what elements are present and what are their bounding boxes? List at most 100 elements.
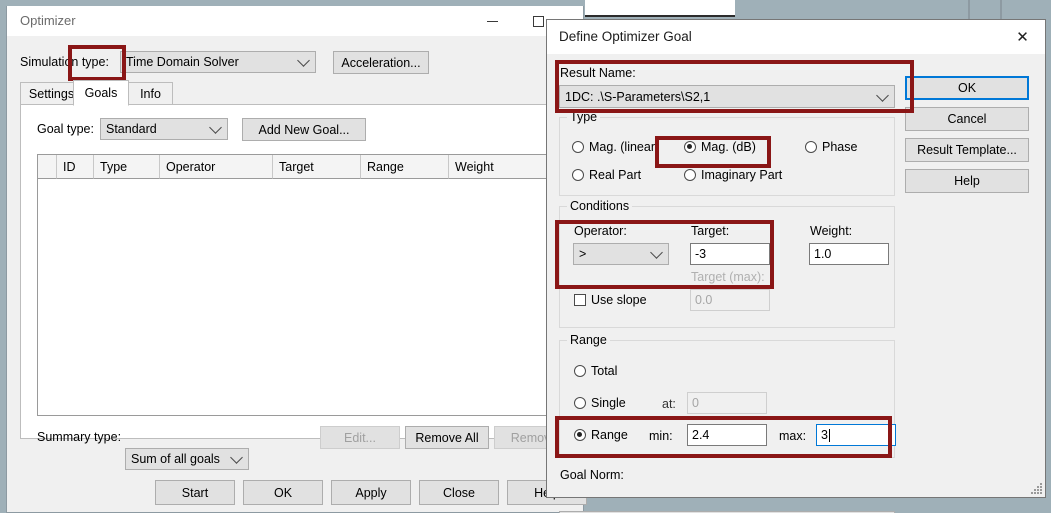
col-target: Target [273, 155, 361, 179]
checkbox-icon [574, 294, 586, 306]
simulation-type-value: Time Domain Solver [126, 55, 239, 69]
radio-phase-label: Phase [822, 140, 858, 154]
result-name-combo[interactable]: 1DC: .\S-Parameters\S2,1 [559, 85, 895, 108]
goal-type-combo[interactable]: Standard [100, 118, 228, 140]
weight-input[interactable]: 1.0 [809, 243, 889, 265]
close-button[interactable]: Close [419, 480, 499, 505]
dialog-cancel-button[interactable]: Cancel [905, 107, 1029, 131]
col-id-label: ID [63, 159, 76, 174]
col-id: ID [57, 155, 94, 179]
acceleration-button[interactable]: Acceleration... [333, 51, 429, 74]
apply-button[interactable]: Apply [331, 480, 411, 505]
radio-dot-icon [684, 141, 696, 153]
goal-norm-label: Goal Norm: [560, 468, 624, 482]
simulation-type-combo[interactable]: Time Domain Solver [120, 51, 316, 73]
radio-dot-icon [574, 365, 586, 377]
single-at-label: at: [662, 397, 676, 411]
operator-label: Operator: [574, 224, 627, 238]
radio-dot-icon [805, 141, 817, 153]
col-range-label: Range [367, 159, 404, 174]
col-select[interactable] [38, 155, 57, 179]
range-min-value: 2.4 [692, 428, 710, 442]
range-group-legend: Range [567, 333, 610, 347]
goals-table-body[interactable] [38, 179, 556, 415]
radio-range-total-label: Total [591, 364, 618, 378]
dialog-titlebar[interactable]: Define Optimizer Goal ✕ [547, 20, 1045, 54]
type-group: Type Mag. (linear) Mag. (dB) Phase Real … [559, 110, 895, 196]
summary-type-combo[interactable]: Sum of all goals [125, 448, 249, 470]
radio-mag-linear-label: Mag. (linear) [589, 140, 660, 154]
result-template-button[interactable]: Result Template... [905, 138, 1029, 162]
radio-dot-icon [572, 169, 584, 181]
radio-imaginary-part-label: Imaginary Part [701, 168, 783, 182]
dialog-title: Define Optimizer Goal [559, 29, 692, 44]
screen: Optimizer Simulation type: Time Domain S… [0, 0, 1051, 513]
radio-mag-db[interactable]: Mag. (dB) [684, 140, 756, 154]
col-weight-label: Weight [455, 159, 494, 174]
col-operator: Operator [160, 155, 273, 179]
chevron-down-icon [876, 88, 889, 102]
goals-table[interactable]: ID Type Operator Target Range Weight [37, 154, 557, 416]
optimizer-titlebar[interactable]: Optimizer [7, 6, 583, 37]
dialog-help-button[interactable]: Help [905, 169, 1029, 193]
resize-grip-icon[interactable] [1029, 481, 1043, 495]
add-new-goal-button[interactable]: Add New Goal... [242, 118, 366, 141]
col-target-label: Target [279, 159, 314, 174]
optimizer-body: Simulation type: Time Domain Solver Acce… [7, 37, 587, 512]
type-group-legend: Type [567, 110, 601, 124]
col-type: Type [94, 155, 160, 179]
tab-info[interactable]: Info [128, 82, 173, 105]
radio-real-part-label: Real Part [589, 168, 642, 182]
goal-type-label: Goal type: [37, 122, 94, 136]
goals-table-header: ID Type Operator Target Range Weight [38, 155, 556, 179]
tab-goals[interactable]: Goals [73, 80, 129, 106]
radio-range-range[interactable]: Range [574, 428, 628, 442]
range-max-value: 3 [821, 428, 828, 442]
single-at-value: 0 [692, 396, 699, 410]
close-icon[interactable]: ✕ [1000, 20, 1045, 54]
col-type-label: Type [100, 159, 128, 174]
radio-range-single-label: Single [591, 396, 626, 410]
radio-mag-db-label: Mag. (dB) [701, 140, 756, 154]
radio-range-range-label: Range [591, 428, 628, 442]
target-max-input: 0.0 [690, 289, 770, 311]
range-max-input[interactable]: 3 [816, 424, 896, 446]
chevron-down-icon [297, 54, 310, 67]
radio-real-part[interactable]: Real Part [572, 168, 641, 182]
radio-range-single[interactable]: Single [574, 396, 626, 410]
weight-value: 1.0 [814, 247, 832, 261]
simulation-type-label: Simulation type: [20, 55, 109, 69]
use-slope-checkbox[interactable]: Use slope [574, 293, 647, 307]
remove-all-goals-button[interactable]: Remove All [405, 426, 489, 449]
radio-dot-icon [572, 141, 584, 153]
summary-type-label: Summary type: [37, 430, 122, 444]
col-range: Range [361, 155, 449, 179]
radio-dot-icon [574, 429, 586, 441]
range-max-label: max: [779, 429, 807, 443]
target-input[interactable]: -3 [690, 243, 770, 265]
radio-mag-linear[interactable]: Mag. (linear) [572, 140, 659, 154]
minimize-icon[interactable] [469, 6, 515, 37]
radio-phase[interactable]: Phase [805, 140, 857, 154]
target-label: Target: [691, 224, 730, 238]
target-max-value: 0.0 [695, 293, 713, 307]
use-slope-label: Use slope [591, 293, 647, 307]
goals-tab-panel: Goal type: Standard Add New Goal... ID T… [20, 104, 574, 470]
radio-range-total[interactable]: Total [574, 364, 617, 378]
range-min-label: min: [649, 429, 673, 443]
result-name-value: 1DC: .\S-Parameters\S2,1 [565, 89, 711, 104]
tabstrip: Settings Goals Info [20, 80, 572, 106]
target-max-label: Target (max): [691, 270, 765, 284]
range-min-input[interactable]: 2.4 [687, 424, 767, 446]
col-operator-label: Operator [166, 159, 216, 174]
tab-settings-label: Settings [28, 86, 75, 101]
goal-type-value: Standard [106, 122, 157, 136]
radio-imaginary-part[interactable]: Imaginary Part [684, 168, 782, 182]
operator-combo[interactable]: > [573, 243, 669, 265]
dialog-ok-button[interactable]: OK [905, 76, 1029, 100]
start-button[interactable]: Start [155, 480, 235, 505]
conditions-group: Conditions Operator: > Target: -3 Weight… [559, 199, 895, 328]
radio-dot-icon [684, 169, 696, 181]
optimizer-window: Optimizer Simulation type: Time Domain S… [6, 6, 587, 513]
ok-button[interactable]: OK [243, 480, 323, 505]
